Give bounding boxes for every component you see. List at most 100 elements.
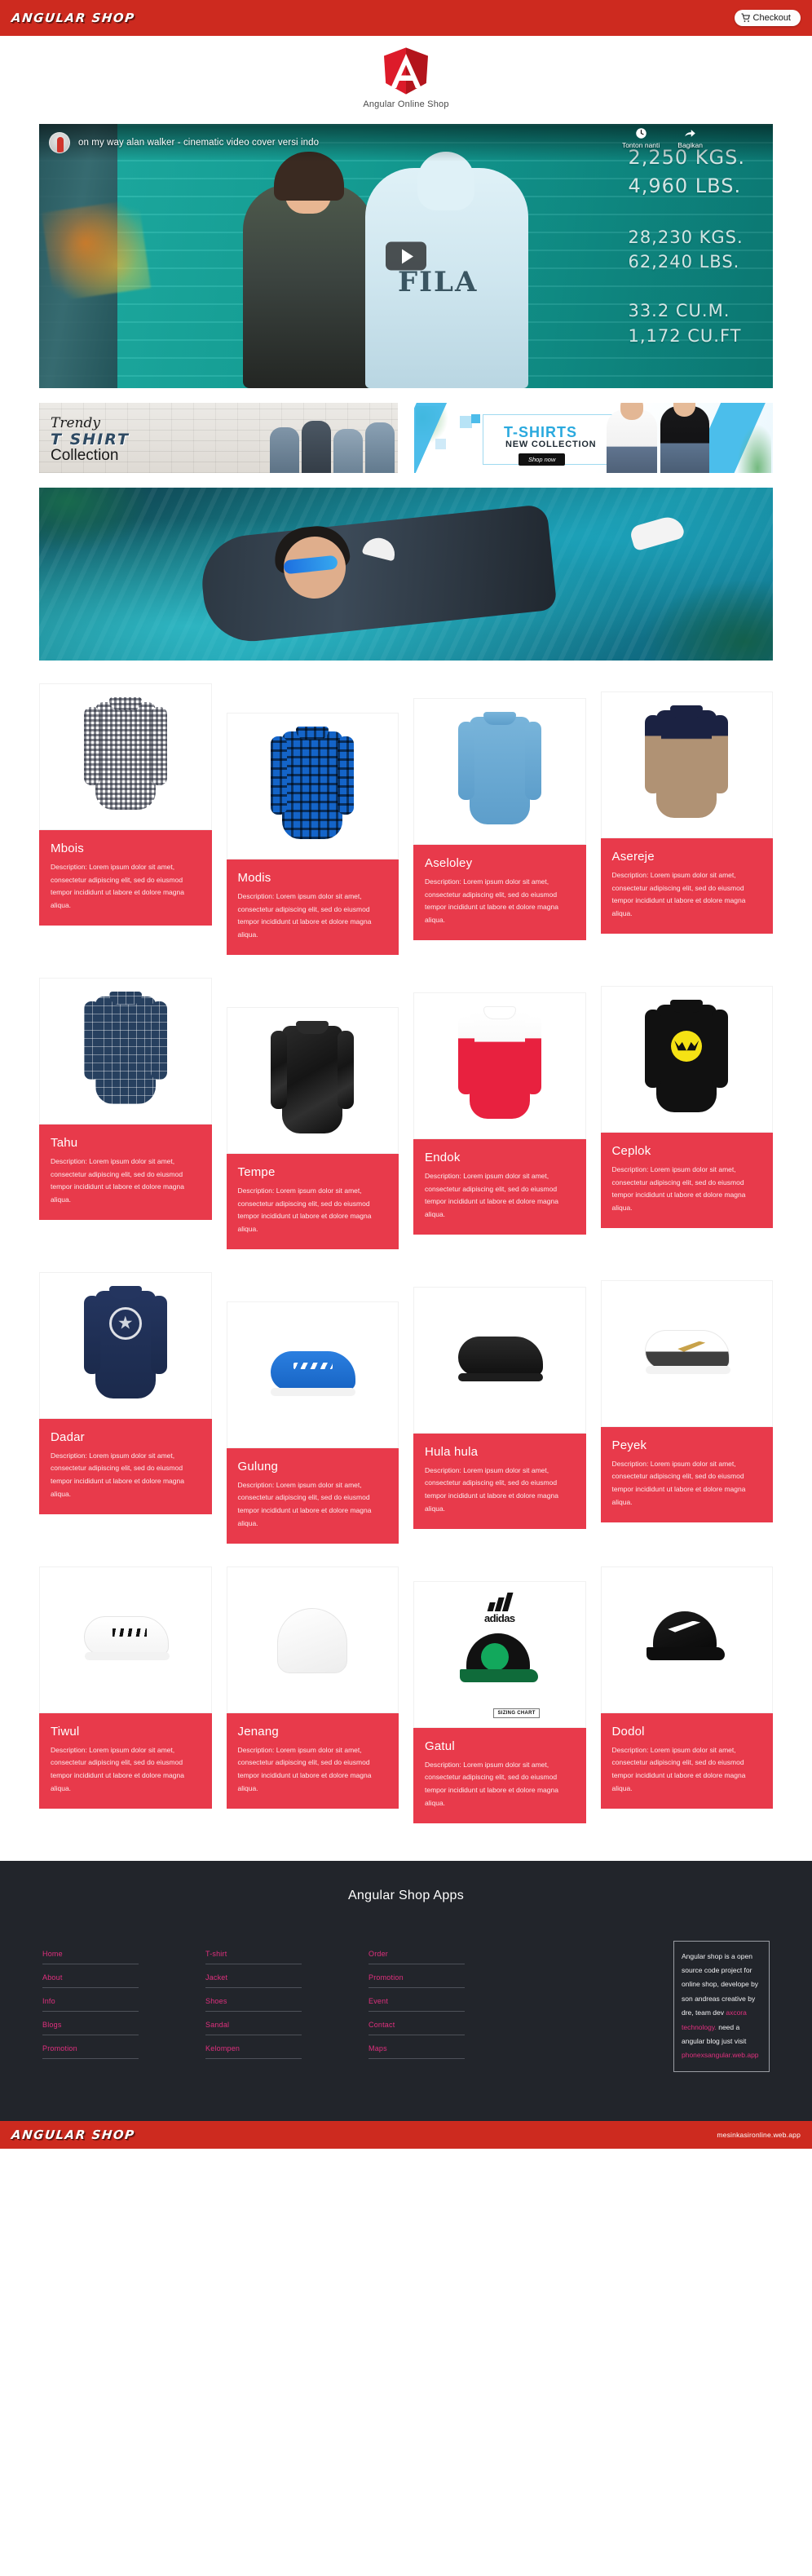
batman-logo-icon <box>671 1030 703 1062</box>
footer-link-shoes[interactable]: Shoes <box>205 1988 368 2011</box>
angular-shield-icon <box>384 47 428 95</box>
promo-b-line-1: T-SHIRTS <box>504 424 578 440</box>
play-button-icon[interactable] <box>386 241 426 271</box>
video-banner[interactable]: FILA 2,250 KGS. 4,960 LBS. 28,230 KGS. 6… <box>39 124 773 388</box>
product-description: Description: Lorem ipsum dolor sit amet,… <box>51 1745 184 1792</box>
footer-info-link-blog[interactable]: phonexsangular.web.app <box>682 2051 759 2059</box>
footer-link-info[interactable]: Info <box>42 1988 205 2011</box>
product-card[interactable]: adidas SIZING CHART Gatul Description: L… <box>413 1580 586 1823</box>
product-image <box>413 698 586 845</box>
spec-line-4: 62,240 LBS. <box>628 252 740 272</box>
site-title: Angular Online Shop <box>363 99 449 109</box>
footer-link-promotion[interactable]: Promotion <box>42 2035 205 2058</box>
product-card[interactable]: Aseloley Description: Lorem ipsum dolor … <box>413 698 586 940</box>
footer-link-event[interactable]: Event <box>368 1988 532 2011</box>
clock-icon <box>635 128 647 139</box>
product-title: Aseloley <box>425 856 473 870</box>
product-title: Tempe <box>237 1164 276 1179</box>
product-description: Description: Lorem ipsum dolor sit amet,… <box>611 1745 746 1792</box>
shopping-cart-icon <box>741 13 750 22</box>
footer-link-home[interactable]: Home <box>42 1941 205 1964</box>
logo-area: Angular Online Shop <box>0 36 812 117</box>
brand-logo[interactable]: ANGULAR SHOP <box>11 11 136 25</box>
footer-link-jacket[interactable]: Jacket <box>205 1964 368 1987</box>
product-description: Description: Lorem ipsum dolor sit amet,… <box>51 1156 184 1204</box>
product-title: Jenang <box>237 1724 279 1739</box>
footer-info-box: Angular shop is a open source code proje… <box>673 1940 770 2072</box>
footer-link-sandal[interactable]: Sandal <box>205 2012 368 2035</box>
product-card[interactable]: Modis Description: Lorem ipsum dolor sit… <box>226 713 399 955</box>
promo-a-models <box>270 421 395 473</box>
promo-b-model-male <box>607 403 657 473</box>
bottom-url[interactable]: mesinkasironline.web.app <box>717 2131 801 2139</box>
product-card[interactable]: Dadar Description: Lorem ipsum dolor sit… <box>39 1271 212 1514</box>
spec-line-3: 28,230 KGS. <box>628 227 744 247</box>
adidas-logo-icon: adidas <box>484 1592 515 1624</box>
product-title: Peyek <box>611 1438 647 1452</box>
container-specs: 2,250 KGS. 4,960 LBS. 28,230 KGS. 62,240… <box>628 144 745 348</box>
footer-link-blogs[interactable]: Blogs <box>42 2012 205 2035</box>
video-title[interactable]: on my way alan walker - cinematic video … <box>78 138 319 148</box>
product-card[interactable]: Tempe Description: Lorem ipsum dolor sit… <box>226 1006 399 1249</box>
product-row: Mbois Description: Lorem ipsum dolor sit… <box>39 683 773 955</box>
shop-now-button[interactable]: Shop now <box>519 453 566 466</box>
footer-link-about[interactable]: About <box>42 1964 205 1987</box>
product-image <box>600 1279 773 1427</box>
page-content: FILA 2,250 KGS. 4,960 LBS. 28,230 KGS. 6… <box>0 124 812 1823</box>
footer-link-kelompen[interactable]: Kelompen <box>205 2035 368 2058</box>
promo-b-line-2: NEW COLLECTION <box>505 440 597 449</box>
product-card[interactable]: Mbois Description: Lorem ipsum dolor sit… <box>39 683 212 926</box>
product-description: Description: Lorem ipsum dolor sit amet,… <box>611 1459 746 1506</box>
product-row: Dadar Description: Lorem ipsum dolor sit… <box>39 1271 773 1544</box>
product-image <box>226 1566 399 1713</box>
product-title: Tiwul <box>51 1724 80 1739</box>
product-card[interactable]: Dodol Description: Lorem ipsum dolor sit… <box>600 1566 773 1809</box>
product-image <box>226 1006 399 1154</box>
product-card[interactable]: Asereje Description: Lorem ipsum dolor s… <box>600 691 773 934</box>
promo-banner-trendy-tshirt[interactable]: Trendy T SHIRT Collection <box>39 403 398 473</box>
product-card[interactable]: Gulung Description: Lorem ipsum dolor si… <box>226 1301 399 1544</box>
product-description: Description: Lorem ipsum dolor sit amet,… <box>237 1186 372 1234</box>
watch-later-button[interactable]: Tonton nanti <box>622 127 660 149</box>
product-card[interactable]: Jenang Description: Lorem ipsum dolor si… <box>226 1566 399 1809</box>
product-row: Tiwul Description: Lorem ipsum dolor sit… <box>39 1566 773 1823</box>
promo-banner-new-collection[interactable]: T-SHIRTS NEW COLLECTION Shop now <box>414 403 773 473</box>
product-description: Description: Lorem ipsum dolor sit amet,… <box>51 1451 184 1498</box>
product-card[interactable]: Peyek Description: Lorem ipsum dolor sit… <box>600 1279 773 1522</box>
product-card[interactable]: Tiwul Description: Lorem ipsum dolor sit… <box>39 1566 212 1809</box>
product-image <box>413 992 586 1139</box>
celtics-logo-icon <box>480 1642 509 1671</box>
product-card[interactable]: Hula hula Description: Lorem ipsum dolor… <box>413 1286 586 1529</box>
footer-link-columns: Home About Info Blogs Promotion T-shirt … <box>0 1903 812 2072</box>
footer-link-promotion-2[interactable]: Promotion <box>368 1964 532 1987</box>
footer-link-tshirt[interactable]: T-shirt <box>205 1941 368 1964</box>
bottom-bar: ANGULAR SHOP mesinkasironline.web.app <box>0 2120 812 2149</box>
product-image <box>39 1566 212 1713</box>
product-card[interactable]: Endok Description: Lorem ipsum dolor sit… <box>413 992 586 1235</box>
product-card[interactable]: Ceplok Description: Lorem ipsum dolor si… <box>600 985 773 1228</box>
share-button[interactable]: Bagikan <box>677 127 703 149</box>
product-description: Description: Lorem ipsum dolor sit amet,… <box>425 1171 558 1219</box>
product-title: Dodol <box>611 1724 645 1739</box>
channel-avatar-icon[interactable] <box>49 132 70 153</box>
footer-link-contact[interactable]: Contact <box>368 2012 532 2035</box>
promo-b-model-female <box>660 403 709 473</box>
checkout-button[interactable]: Checkout <box>734 10 801 26</box>
footer-link-maps[interactable]: Maps <box>368 2035 532 2058</box>
product-image <box>39 683 212 830</box>
product-image <box>600 691 773 838</box>
product-card[interactable]: Tahu Description: Lorem ipsum dolor sit … <box>39 977 212 1220</box>
footer-link-order[interactable]: Order <box>368 1941 532 1964</box>
bottom-brand-logo[interactable]: ANGULAR SHOP <box>11 2128 136 2142</box>
product-row: Tahu Description: Lorem ipsum dolor sit … <box>39 977 773 1249</box>
share-arrow-icon <box>685 130 695 137</box>
spec-line-2: 4,960 LBS. <box>628 174 742 197</box>
footer-title: Angular Shop Apps <box>347 1888 465 1902</box>
product-title: Asereje <box>611 850 655 864</box>
spec-line-5: 33.2 CU.M. <box>628 301 730 321</box>
product-image <box>226 1301 399 1448</box>
product-image <box>413 1286 586 1434</box>
product-image <box>600 1566 773 1713</box>
spec-line-6: 1,172 CU.FT <box>628 325 742 346</box>
promo-banner-row: Trendy T SHIRT Collection T-SHIRTS NEW C… <box>39 403 773 473</box>
